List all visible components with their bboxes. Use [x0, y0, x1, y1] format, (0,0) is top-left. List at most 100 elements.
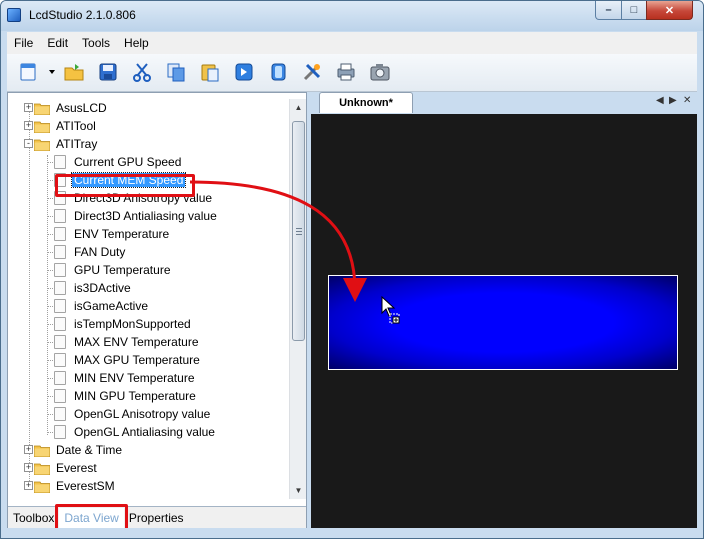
- tree-node-label: ATITray: [56, 137, 98, 151]
- tree-connector: [47, 180, 53, 181]
- tree-item-node[interactable]: OpenGL Anisotropy value: [47, 405, 212, 423]
- collapse-icon[interactable]: -: [24, 139, 33, 148]
- expand-icon[interactable]: +: [24, 481, 33, 490]
- tree-node-label: MAX GPU Temperature: [74, 353, 200, 367]
- tab-next-icon[interactable]: ▶: [669, 95, 677, 106]
- tree-node-label: ENV Temperature: [74, 227, 170, 241]
- tab-data-view[interactable]: Data View: [55, 503, 129, 532]
- close-button[interactable]: ✕: [646, 1, 693, 20]
- new-document-button[interactable]: [17, 61, 39, 83]
- tab-toolbox[interactable]: Toolbox: [8, 508, 59, 528]
- print-button[interactable]: [335, 61, 357, 83]
- data-item-icon: [54, 407, 66, 421]
- paste-button[interactable]: [199, 61, 221, 83]
- menu-edit[interactable]: Edit: [40, 36, 75, 50]
- data-item-icon: [54, 425, 66, 439]
- tree-item-node[interactable]: MIN ENV Temperature: [47, 369, 197, 387]
- tree-item-node[interactable]: GPU Temperature: [47, 261, 173, 279]
- tree-item-node[interactable]: MAX GPU Temperature: [47, 351, 202, 369]
- menu-help[interactable]: Help: [117, 36, 156, 50]
- tree-node-label: MAX ENV Temperature: [74, 335, 199, 349]
- tree-item-node[interactable]: Direct3D Antialiasing value: [47, 207, 219, 225]
- maximize-button[interactable]: □: [621, 1, 647, 20]
- lcd-preview[interactable]: [328, 275, 678, 370]
- tree-connector: [47, 162, 53, 163]
- tree-item-node[interactable]: MIN GPU Temperature: [47, 387, 198, 405]
- data-item-icon: [54, 173, 66, 187]
- data-tree: + AsusLCD + ATITool - ATITray Current GPU Spee…: [8, 99, 289, 499]
- print-icon: [337, 63, 355, 81]
- folder-icon: [34, 139, 50, 151]
- tree-node-label: OpenGL Antialiasing value: [74, 425, 215, 439]
- title-bar[interactable]: LcdStudio 2.1.0.806 – □ ✕: [1, 1, 703, 31]
- forward-button[interactable]: [233, 61, 255, 83]
- tools-button[interactable]: [301, 61, 323, 83]
- tree-item-node[interactable]: Current MEM Speed: [47, 171, 187, 189]
- expand-icon[interactable]: +: [24, 103, 33, 112]
- tree-item-node[interactable]: OpenGL Antialiasing value: [47, 423, 217, 441]
- data-item-icon: [54, 335, 66, 349]
- app-window: LcdStudio 2.1.0.806 – □ ✕ File Edit Tool…: [0, 0, 704, 539]
- close-icon: ✕: [664, 4, 675, 17]
- folder-icon: [34, 445, 50, 457]
- tree-item-node[interactable]: FAN Duty: [47, 243, 127, 261]
- status-bar: [1, 528, 703, 538]
- tree-node-label: EverestSM: [56, 479, 115, 493]
- design-canvas[interactable]: [311, 114, 697, 528]
- copy-button[interactable]: [165, 61, 187, 83]
- tree-folder-node[interactable]: + EverestSM: [24, 477, 117, 495]
- toolbar: [7, 54, 697, 92]
- save-icon: [99, 63, 117, 81]
- tree-item-node[interactable]: MAX ENV Temperature: [47, 333, 201, 351]
- scroll-down-icon[interactable]: ▼: [290, 482, 307, 499]
- minimize-icon: –: [605, 4, 612, 16]
- designer-panel: Unknown* ◀ ▶ ✕: [311, 92, 697, 528]
- tree-folder-node[interactable]: + Everest: [24, 459, 99, 477]
- scroll-thumb[interactable]: [292, 121, 305, 341]
- tree-connector: [47, 198, 53, 199]
- tree-item-node[interactable]: Direct3D Anisotropy value: [47, 189, 214, 207]
- tree-folder-node[interactable]: + AsusLCD: [24, 99, 109, 117]
- tree-node-label: Direct3D Antialiasing value: [74, 209, 217, 223]
- folder-icon: [34, 463, 50, 475]
- tab-properties[interactable]: Properties: [124, 508, 189, 528]
- grip-line: [296, 234, 302, 235]
- open-folder-icon: [64, 64, 84, 81]
- save-button[interactable]: [97, 61, 119, 83]
- tree-item-node[interactable]: is3DActive: [47, 279, 133, 297]
- data-item-icon: [54, 371, 66, 385]
- tree-connector: [47, 306, 53, 307]
- layers-button[interactable]: [267, 61, 289, 83]
- tree-folder-node[interactable]: - ATITray: [24, 135, 99, 153]
- screenshot-button[interactable]: [369, 61, 391, 83]
- expand-icon[interactable]: +: [24, 121, 33, 130]
- tree-item-node[interactable]: Current GPU Speed: [47, 153, 183, 171]
- tree-folder-node[interactable]: + Date & Time: [24, 441, 124, 459]
- document-tab[interactable]: Unknown*: [319, 92, 413, 113]
- tree-connector: [29, 109, 30, 481]
- scroll-up-icon[interactable]: ▲: [290, 99, 307, 116]
- tree-folder-node[interactable]: + ATITool: [24, 117, 98, 135]
- menu-tools[interactable]: Tools: [75, 36, 117, 50]
- expand-icon[interactable]: +: [24, 463, 33, 472]
- grip-line: [296, 231, 302, 232]
- minimize-button[interactable]: –: [595, 1, 622, 20]
- tree-item-node[interactable]: ENV Temperature: [47, 225, 171, 243]
- open-button[interactable]: [63, 61, 85, 83]
- tree-node-label: Direct3D Anisotropy value: [74, 191, 213, 205]
- tree-item-node[interactable]: isTempMonSupported: [47, 315, 193, 333]
- tree-connector: [47, 414, 53, 415]
- window-title: LcdStudio 2.1.0.806: [29, 8, 136, 22]
- tab-close-icon[interactable]: ✕: [683, 95, 691, 106]
- data-view-panel: + AsusLCD + ATITool - ATITray Current GPU Spee…: [7, 92, 307, 532]
- tree-scrollbar[interactable]: ▲ ▼: [289, 99, 306, 499]
- new-dropdown-arrow-icon[interactable]: [49, 70, 55, 74]
- tree-node-label: MIN GPU Temperature: [74, 389, 196, 403]
- cut-button[interactable]: [131, 61, 153, 83]
- tree-node-label: AsusLCD: [56, 101, 107, 115]
- data-item-icon: [54, 263, 66, 277]
- tree-item-node[interactable]: isGameActive: [47, 297, 150, 315]
- expand-icon[interactable]: +: [24, 445, 33, 454]
- tab-prev-icon[interactable]: ◀: [656, 95, 664, 106]
- menu-file[interactable]: File: [7, 36, 40, 50]
